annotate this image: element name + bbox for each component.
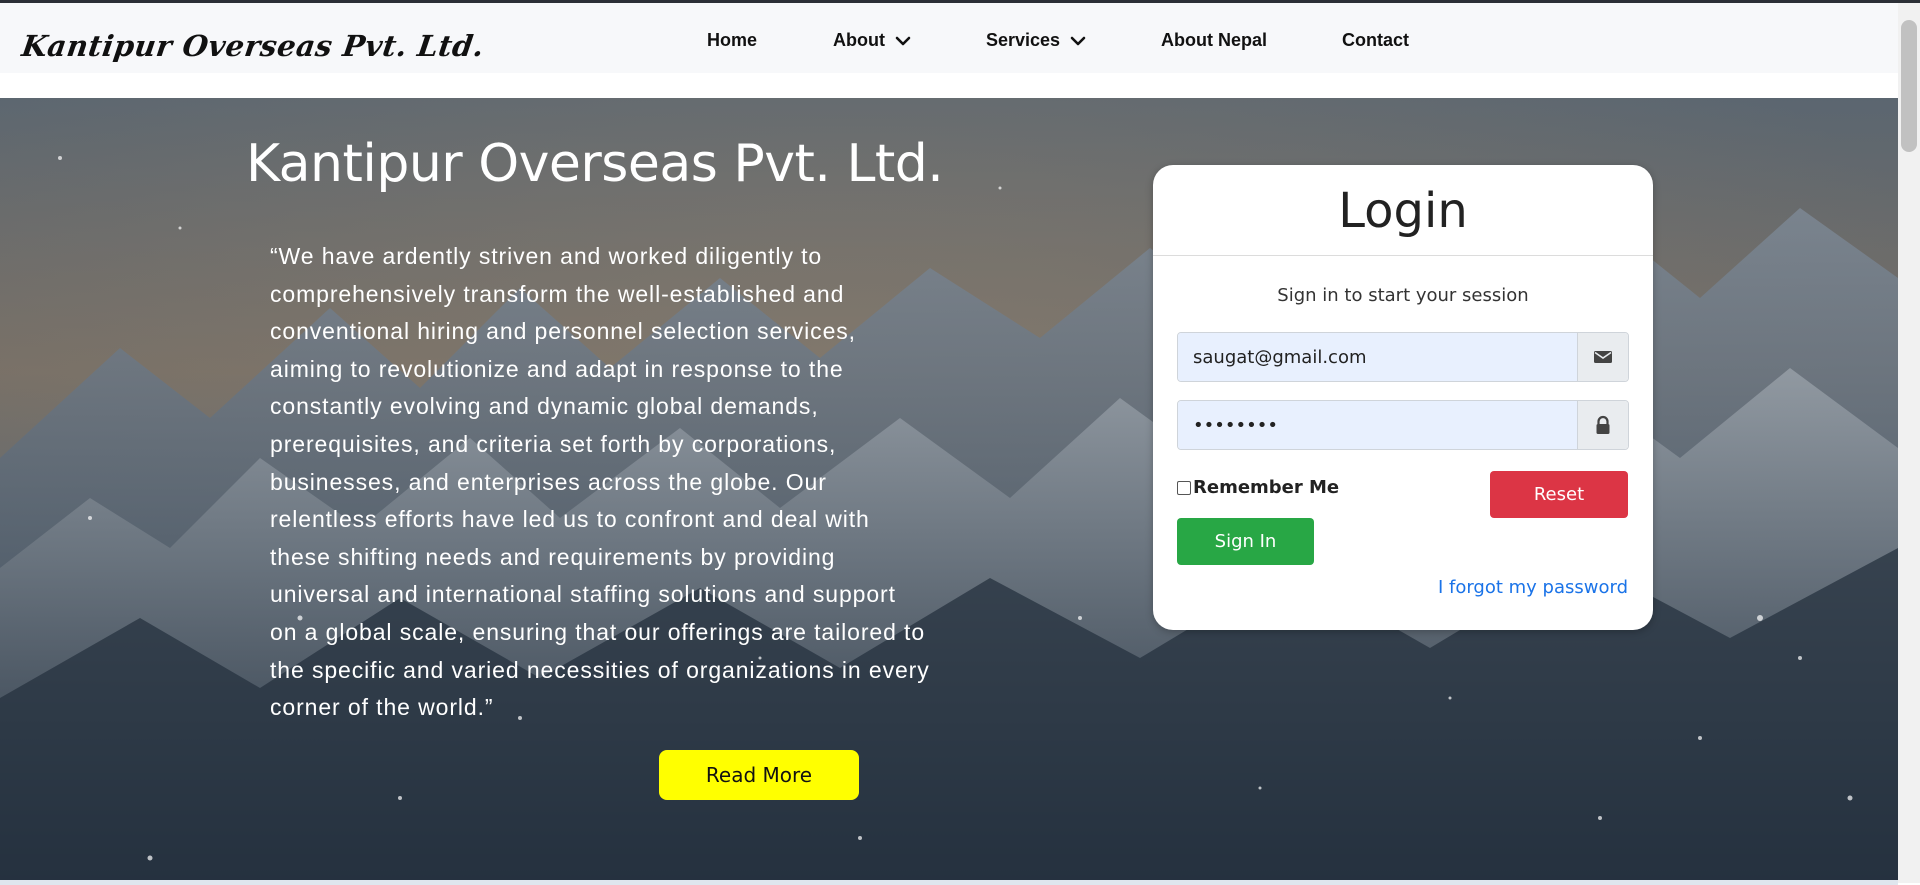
navbar: Kantipur Overseas Pvt. Ltd. Home About S…	[0, 3, 1898, 73]
hero-section: Kantipur Overseas Pvt. Ltd. “We have ard…	[0, 98, 1898, 880]
password-addon	[1577, 401, 1628, 449]
remember-me-label: Remember Me	[1193, 477, 1340, 498]
sign-in-button[interactable]: Sign In	[1177, 518, 1314, 565]
hero-title: Kantipur Overseas Pvt. Ltd.	[246, 134, 944, 194]
nav-about-label: About	[833, 30, 885, 50]
login-card: Login Sign in to start your session saug…	[1153, 165, 1653, 630]
bottom-strip	[0, 880, 1898, 885]
password-input-group	[1177, 400, 1629, 450]
nav-contact-label: Contact	[1342, 30, 1409, 50]
chevron-down-icon	[895, 36, 911, 45]
nav-services[interactable]: Services	[986, 30, 1086, 51]
forgot-password-link[interactable]: I forgot my password	[1438, 577, 1628, 598]
nav-services-label: Services	[986, 30, 1061, 50]
nav-home-label: Home	[707, 30, 758, 50]
email-input[interactable]	[1178, 333, 1577, 381]
nav-spacer	[0, 73, 1898, 98]
lock-icon	[1596, 415, 1610, 434]
password-input[interactable]	[1178, 401, 1577, 449]
company-quote: “We have ardently striven and worked dil…	[270, 243, 930, 721]
nav-about[interactable]: About	[833, 30, 911, 51]
chevron-down-icon	[1070, 36, 1086, 45]
envelope-icon	[1594, 351, 1612, 363]
reset-button[interactable]: Reset	[1490, 471, 1628, 518]
login-divider	[1153, 255, 1653, 256]
email-input-group	[1177, 332, 1629, 382]
nav-home[interactable]: Home	[707, 30, 757, 51]
remember-me: Remember Me	[1177, 477, 1339, 498]
nav-contact[interactable]: Contact	[1342, 30, 1409, 51]
read-more-button[interactable]: Read More	[659, 750, 859, 800]
scrollbar-thumb[interactable]	[1901, 20, 1917, 152]
nav-about-nepal[interactable]: About Nepal	[1161, 30, 1267, 51]
remember-me-checkbox[interactable]	[1177, 480, 1191, 495]
login-message: Sign in to start your session	[1277, 285, 1529, 306]
login-title: Login	[1338, 183, 1468, 239]
email-addon	[1577, 333, 1628, 381]
brand-logo-text[interactable]: Kantipur Overseas Pvt. Ltd.	[20, 29, 487, 63]
nav-about-nepal-label: About Nepal	[1161, 30, 1267, 50]
